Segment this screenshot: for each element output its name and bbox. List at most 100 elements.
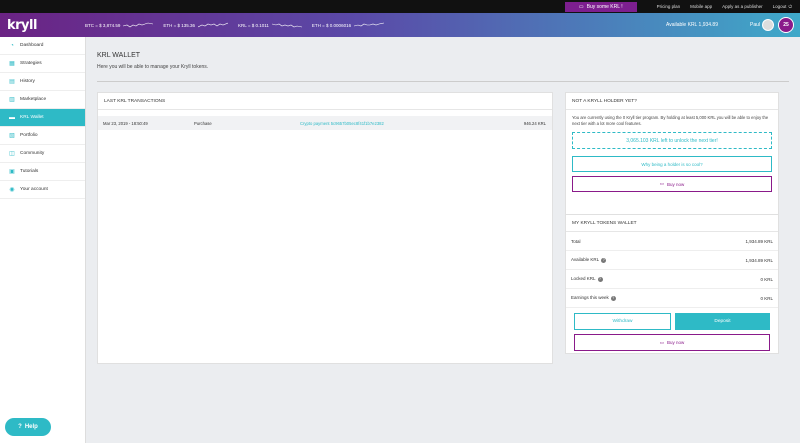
sidebar-item-label: Your account [20,187,48,192]
cart-icon: ▭ [578,3,584,10]
sidebar-item-label: Portfolio [20,133,38,138]
wallet-row-locked: Locked KRL? 0 KRL [566,270,778,289]
tx-amount: 946.24 KRL [523,120,546,126]
divider [97,81,789,82]
dashboard-icon: ◔ [10,42,14,49]
ticker-item: ETH = $ 135.36 [163,22,229,28]
transactions-card: LAST KRL TRANSACTIONS Mar 23, 2019 - 18:… [97,92,553,364]
wallet-header: MY KRYLL TOKENS WALLET [566,215,778,232]
wallet-value: 0 KRL [760,276,773,282]
sidebar-item-label: Strategies [20,61,42,66]
ticker-item: BTC = $ 3,874.59 [84,22,154,28]
ticker-label: BTC = $ 3,874.59 [84,22,121,28]
wallet-value: 0 KRL [760,295,773,301]
sidebar-item-label: Community [20,151,45,156]
sidebar-item-your-account[interactable]: ◉ Your account [0,181,85,199]
sidebar-item-marketplace[interactable]: ▥ Marketplace [0,91,85,109]
wallet-label-wrap: Earnings this week? [571,295,616,301]
price-ticker: BTC = $ 3,874.59 ETH = $ 135.36 KRL = $ … [85,22,390,28]
level-badge[interactable]: 25 [778,17,794,33]
wallet-value: 1,934.89 KRL [745,238,773,244]
ticker-label: ETH = $ 0.0006016 [311,22,352,28]
wallet-actions: Withdraw Deposit [566,308,778,330]
sidebar-item-label: History [20,79,35,84]
info-icon[interactable]: ? [601,257,607,263]
sidebar-item-krl-wallet[interactable]: ▬ KRL Wallet [0,109,85,127]
buy-now-label: Buy now [667,181,685,187]
sidebar-item-portfolio[interactable]: ▧ Portfolio [0,127,85,145]
wallet-label: Earnings this week [571,295,609,301]
tx-detail-link[interactable]: Crypto payment 5c9657b05ec8f41f1b7e2382 [300,121,384,126]
sidebar-item-community[interactable]: ◫ Community [0,145,85,163]
sidebar-item-history[interactable]: ▤ History [0,73,85,91]
help-label: Help [24,424,38,430]
sidebar: ◔ Dashboard ▦ Strategies ▤ History ▥ Mar… [0,37,86,443]
cart-icon: ▭ [659,339,664,345]
available-krl: Available KRL 1,934.89 [666,22,718,28]
buy-now-button[interactable]: ▭ Buy now [572,176,772,192]
wallet-value: 1,934.89 KRL [745,257,773,263]
wallet-label: Available KRL [571,257,600,263]
sidebar-item-label: Tutorials [20,169,39,174]
cart-icon: ▭ [659,181,664,186]
sparkline-down-icon [271,23,302,28]
promo-header: NOT A KRYLL HOLDER YET? [566,93,778,110]
help-button[interactable]: ? Help [5,418,51,436]
sparkline-up-icon [123,22,154,28]
help-icon: ? [18,424,22,430]
withdraw-button[interactable]: Withdraw [574,313,671,330]
sparkline-up-icon [198,22,229,28]
wallet-label: Locked KRL [571,276,596,282]
wallet-label-wrap: Available KRL? [571,257,607,263]
sparkline-up-icon [354,22,385,27]
mobile-app-link[interactable]: Mobile app [690,4,712,9]
sidebar-item-dashboard[interactable]: ◔ Dashboard [0,37,85,55]
page-subtitle: Here you will be able to manage your Kry… [97,64,209,70]
sidebar-item-label: Dashboard [20,43,44,48]
buy-now-label: Buy now [667,340,685,345]
kryll-logo[interactable]: kryll [7,18,37,33]
ticker-label: ETH = $ 135.36 [163,22,196,28]
sidebar-item-label: Marketplace [20,97,47,102]
strategies-icon: ▦ [9,61,15,67]
app-root: ▭ Buy some KRL ! Pricing plan Mobile app… [0,0,800,443]
avatar[interactable] [762,19,774,31]
deposit-button[interactable]: Deposit [675,313,770,330]
buy-krl-top-button[interactable]: ▭ Buy some KRL ! [564,1,637,12]
sidebar-item-label: KRL Wallet [20,115,44,120]
page-title: KRL WALLET [97,52,141,59]
portfolio-icon: ▧ [9,133,15,139]
sidebar-item-strategies[interactable]: ▦ Strategies [0,55,85,73]
sidebar-item-tutorials[interactable]: ▣ Tutorials [0,163,85,181]
logout-link[interactable]: Logout ⏻ [773,4,792,9]
wallet-buy-now-button[interactable]: ▭ Buy now [574,334,770,351]
logout-label: Logout [772,4,787,9]
info-icon[interactable]: ? [610,295,616,301]
wallet-icon: ▬ [9,114,15,121]
promo-text: You are currently using the 0 Kryll tier… [572,115,769,126]
username[interactable]: Paul [750,22,760,28]
account-icon: ◉ [9,187,15,193]
tutorials-icon: ▣ [9,169,15,175]
wallet-label-wrap: Locked KRL? [571,276,603,282]
header: kryll BTC = $ 3,874.59 ETH = $ 135.36 KR… [0,13,800,37]
marketplace-icon: ▥ [9,97,15,103]
wallet-label: Total [571,238,581,244]
wallet-card: MY KRYLL TOKENS WALLET Total 1,934.89 KR… [565,214,779,354]
table-row: Mar 23, 2019 - 18:50:49 Purchase Crypto … [98,116,552,130]
apply-publisher-link[interactable]: Apply as a publisher [722,4,763,9]
unlock-tier-notice: 3,065.103 KRL left to unlock the next ti… [572,132,772,149]
tx-date: Mar 23, 2019 - 18:50:49 [103,120,148,126]
wallet-row-earnings: Earnings this week? 0 KRL [566,289,778,308]
power-icon: ⏻ [788,4,792,9]
ticker-item: KRL = $ 0.1011 [238,22,302,28]
community-icon: ◫ [9,151,15,157]
wallet-row-total: Total 1,934.89 KRL [566,232,778,251]
history-icon: ▤ [9,79,15,85]
info-icon[interactable]: ? [597,276,603,282]
ticker-item: ETH = $ 0.0006016 [311,22,385,28]
buy-krl-top-label: Buy some KRL ! [586,3,623,10]
why-holder-button[interactable]: Why being a holder is so cool? [572,156,772,172]
main-content: KRL WALLET Here you will be able to mana… [86,37,800,443]
pricing-plan-link[interactable]: Pricing plan [657,4,681,9]
